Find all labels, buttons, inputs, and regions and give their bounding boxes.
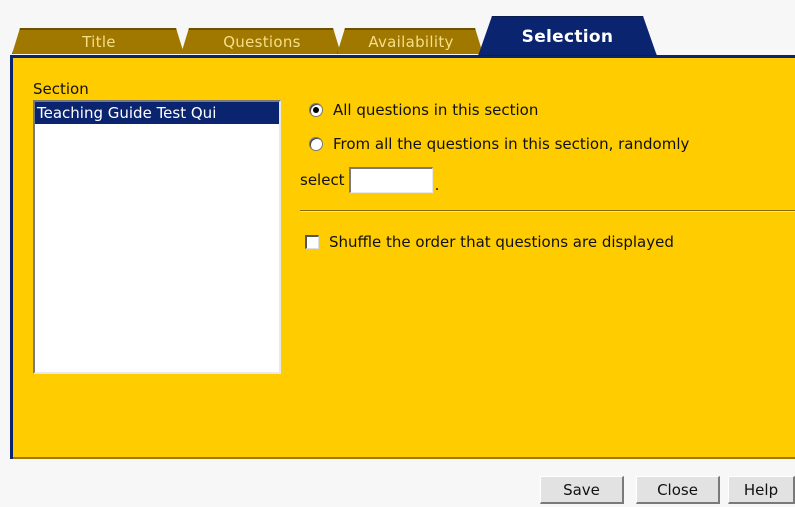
select-suffix: . [434,176,440,194]
tab-bar: Title Questions Availability Selection [0,0,795,62]
all-questions-radio[interactable] [309,103,323,117]
save-button[interactable]: Save [540,476,624,504]
options-divider [300,210,795,212]
random-questions-label: From all the questions in this section, … [333,135,690,153]
random-questions-radio[interactable] [309,137,323,151]
section-label: Section [33,80,89,98]
section-listbox[interactable]: Teaching Guide Test Qui [33,100,281,374]
shuffle-checkbox[interactable] [305,235,319,249]
tab-questions[interactable]: Questions [181,28,341,54]
select-count-input[interactable] [348,167,433,193]
tab-title[interactable]: Title [12,28,184,54]
random-questions-option[interactable]: From all the questions in this section, … [309,135,689,153]
tab-selection[interactable]: Selection [478,16,657,56]
all-questions-label: All questions in this section [333,101,539,119]
tab-availability[interactable]: Availability [337,28,483,54]
selection-panel: Section Teaching Guide Test Qui All ques… [10,55,795,459]
all-questions-option[interactable]: All questions in this section [309,101,538,119]
help-button[interactable]: Help [728,476,795,504]
select-label: select [300,171,345,189]
shuffle-option[interactable]: Shuffle the order that questions are dis… [305,233,674,251]
close-button[interactable]: Close [636,476,720,504]
select-count-row: select . [300,166,439,194]
section-list-item[interactable]: Teaching Guide Test Qui [35,102,279,124]
shuffle-label: Shuffle the order that questions are dis… [329,233,674,251]
